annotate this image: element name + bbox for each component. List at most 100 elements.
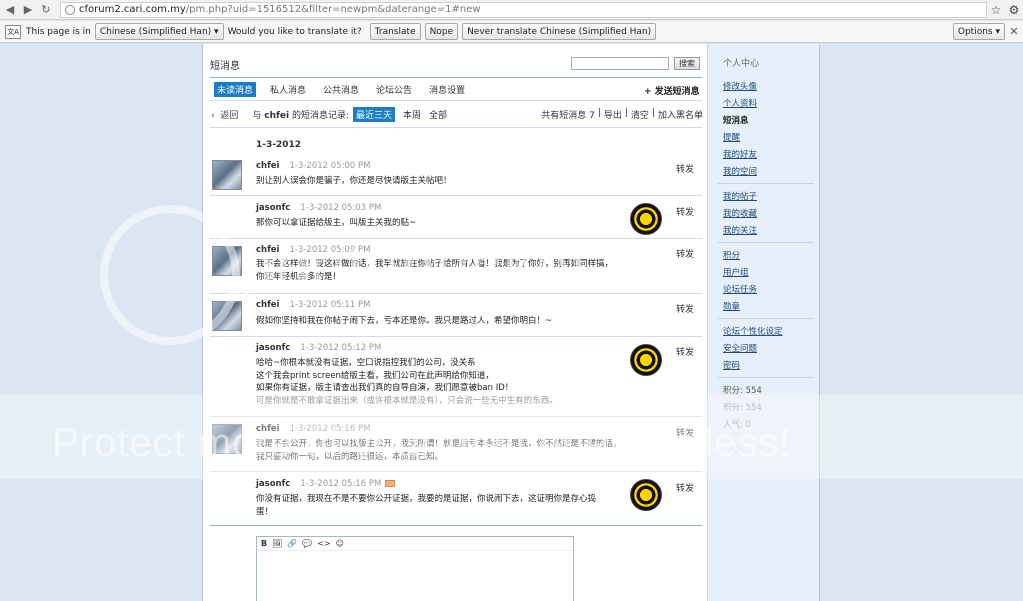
divider	[210, 525, 702, 526]
clear-link[interactable]: 清空	[631, 108, 649, 121]
range-all[interactable]: 全部	[429, 108, 447, 121]
translate-button[interactable]: Translate	[369, 23, 421, 40]
url-path: /pm.php?uid=1516512&filter=newpm&dateran…	[185, 4, 481, 15]
forward-link[interactable]: 转发	[676, 247, 694, 260]
date-header: 1-3-2012	[256, 140, 302, 150]
wrench-icon[interactable]: ⚙	[1005, 3, 1023, 17]
sidebar-item-avatar[interactable]: 修改头像	[723, 80, 757, 92]
sidebar-item-friends[interactable]: 我的好友	[723, 148, 757, 160]
message-header: jasonfc 1-3-2012 05:16 PM	[256, 479, 396, 489]
search-button[interactable]: 搜索	[674, 57, 700, 70]
language-select-label: Chinese (Simplified Han)	[99, 26, 212, 37]
tab-settings[interactable]: 消息设置	[426, 82, 468, 97]
divider	[718, 318, 814, 319]
close-translate-icon[interactable]: ✕	[1005, 25, 1023, 38]
divider	[210, 100, 702, 101]
message-line: 如果你有证据，版主请查出我们真的自导自演，我们愿意被ban ID！	[256, 383, 514, 393]
export-link[interactable]: 导出	[604, 108, 622, 121]
smiley-icon[interactable]: ☺	[336, 539, 344, 548]
message-user[interactable]: jasonfc	[256, 203, 290, 213]
watermark-slogan: Protect more of your memories for less!	[52, 421, 792, 465]
link-icon[interactable]: 🔗	[287, 539, 297, 548]
range-week[interactable]: 本周	[403, 108, 421, 121]
sidebar-item-password[interactable]: 密码	[723, 359, 740, 371]
sidebar-title: 个人中心	[723, 59, 760, 69]
user-center-sidebar: 个人中心 修改头像 个人资料 短消息 提醒 我的好友 我的空间 我的帖子 我的收…	[707, 44, 819, 601]
message-body: 别让别人误会你是骗子，你还是尽快请版主关帖吧！	[256, 176, 452, 186]
forward-link[interactable]: 转发	[676, 302, 694, 315]
watermark-text: photobucket	[240, 233, 589, 302]
unread-mail-icon	[385, 480, 396, 487]
divider	[718, 242, 814, 243]
divider	[210, 195, 702, 196]
sidebar-item-following[interactable]: 我的关注	[723, 224, 757, 236]
avatar	[212, 160, 242, 190]
reply-editor[interactable]: B 🖼 🔗 💬 <> ☺	[256, 536, 574, 601]
sidebar-item-favorites[interactable]: 我的收藏	[723, 207, 757, 219]
code-icon[interactable]: <>	[317, 539, 330, 548]
message-body: 那你可以拿证据给版主，叫版主关我的贴~	[256, 218, 417, 228]
blacklist-link[interactable]: 加入黑名单	[658, 108, 703, 121]
bookmark-star-icon[interactable]: ☆	[987, 3, 1005, 17]
back-icon[interactable]: ◀	[2, 2, 18, 18]
sidebar-item-tasks[interactable]: 论坛任务	[723, 283, 757, 295]
sidebar-item-posts[interactable]: 我的帖子	[723, 190, 757, 202]
message-body: 假如你坚持和我在你帖子闹下去，亏本还是你。我只是路过人，希望你明白！~	[256, 316, 553, 326]
message-header: jasonfc 1-3-2012 05:03 PM	[256, 203, 381, 213]
image-icon[interactable]: 🖼	[272, 539, 282, 548]
tab-announcements[interactable]: 论坛公告	[373, 82, 415, 97]
message-body: 你没有证据，我现在不是不要你公开证据，我要的是证据，你说闹下去，这证明你是存心捣…	[256, 494, 597, 517]
filter-bar: ‹ 返回 与 chfei 的短消息记录: 最近三天 本周 全部 共有短消息 7 |…	[211, 107, 703, 122]
message-user[interactable]: chfei	[256, 161, 279, 171]
back-link[interactable]: ‹ 返回	[211, 108, 238, 121]
translate-bar: 文A This page is in Chinese (Simplified H…	[0, 21, 1023, 43]
message-user[interactable]: jasonfc	[256, 479, 290, 489]
tab-private[interactable]: 私人消息	[267, 82, 309, 97]
sidebar-item-personalize[interactable]: 论坛个性化设定	[723, 325, 783, 337]
pm-tabs: 未读消息 私人消息 公共消息 论坛公告 消息设置	[214, 82, 479, 97]
sidebar-item-pm[interactable]: 短消息	[723, 114, 749, 126]
divider	[718, 377, 814, 378]
page-icon	[65, 4, 75, 15]
sidebar-item-credits[interactable]: 积分	[723, 249, 740, 261]
message-header: chfei 1-3-2012 05:00 PM	[256, 161, 370, 171]
nope-button[interactable]: Nope	[424, 23, 459, 40]
never-translate-button[interactable]: Never translate Chinese (Simplified Han)	[462, 23, 657, 40]
message-item: chfei 1-3-2012 05:00 PM 别让别人误会你是骗子，你还是尽快请…	[210, 154, 702, 196]
filter-label-pre: 与	[252, 111, 262, 121]
address-bar-row: ◀ ▶ ↻ cforum2.cari.com.my/pm.php?uid=151…	[0, 0, 1023, 20]
avatar	[630, 479, 662, 511]
language-select[interactable]: Chinese (Simplified Han) ▾	[94, 23, 224, 40]
quote-icon[interactable]: 💬	[302, 539, 312, 548]
range-recent[interactable]: 最近三天	[353, 107, 396, 122]
back-label: 返回	[220, 111, 239, 121]
message-time: 1-3-2012 05:03 PM	[300, 203, 382, 213]
forward-link[interactable]: 转发	[676, 345, 694, 358]
options-button[interactable]: Options ▾	[952, 23, 1005, 40]
compose-button[interactable]: + 发送短消息	[644, 84, 700, 97]
search-input[interactable]	[571, 57, 669, 70]
divider	[718, 183, 814, 184]
message-line: 哈哈~你根本就没有证据，空口说指控我们的公司，没关系	[256, 358, 476, 368]
sidebar-item-space[interactable]: 我的空间	[723, 165, 757, 177]
message-header: jasonfc 1-3-2012 05:12 PM	[256, 343, 381, 353]
sidebar-item-usergroup[interactable]: 用户组	[723, 266, 749, 278]
forward-link[interactable]: 转发	[676, 205, 694, 218]
tab-public[interactable]: 公共消息	[320, 82, 362, 97]
forward-link[interactable]: 转发	[676, 162, 694, 175]
url-input[interactable]: cforum2.cari.com.my/pm.php?uid=1516512&f…	[60, 1, 987, 18]
reload-icon[interactable]: ↻	[38, 2, 54, 18]
editor-toolbar: B 🖼 🔗 💬 <> ☺	[257, 537, 573, 551]
filter-label: 与 chfei 的短消息记录:	[252, 108, 349, 121]
message-time: 1-3-2012 05:16 PM	[300, 479, 382, 489]
forward-link[interactable]: 转发	[676, 481, 694, 494]
message-user[interactable]: jasonfc	[256, 343, 290, 353]
sidebar-item-security[interactable]: 安全问题	[723, 342, 757, 354]
watermark-logo	[100, 205, 240, 345]
tab-unread[interactable]: 未读消息	[214, 82, 257, 97]
sidebar-item-profile[interactable]: 个人资料	[723, 97, 757, 109]
sidebar-item-notice[interactable]: 提醒	[723, 131, 740, 143]
bold-icon[interactable]: B	[261, 539, 267, 548]
sidebar-item-medals[interactable]: 勋章	[723, 300, 740, 312]
forward-icon[interactable]: ▶	[20, 2, 36, 18]
